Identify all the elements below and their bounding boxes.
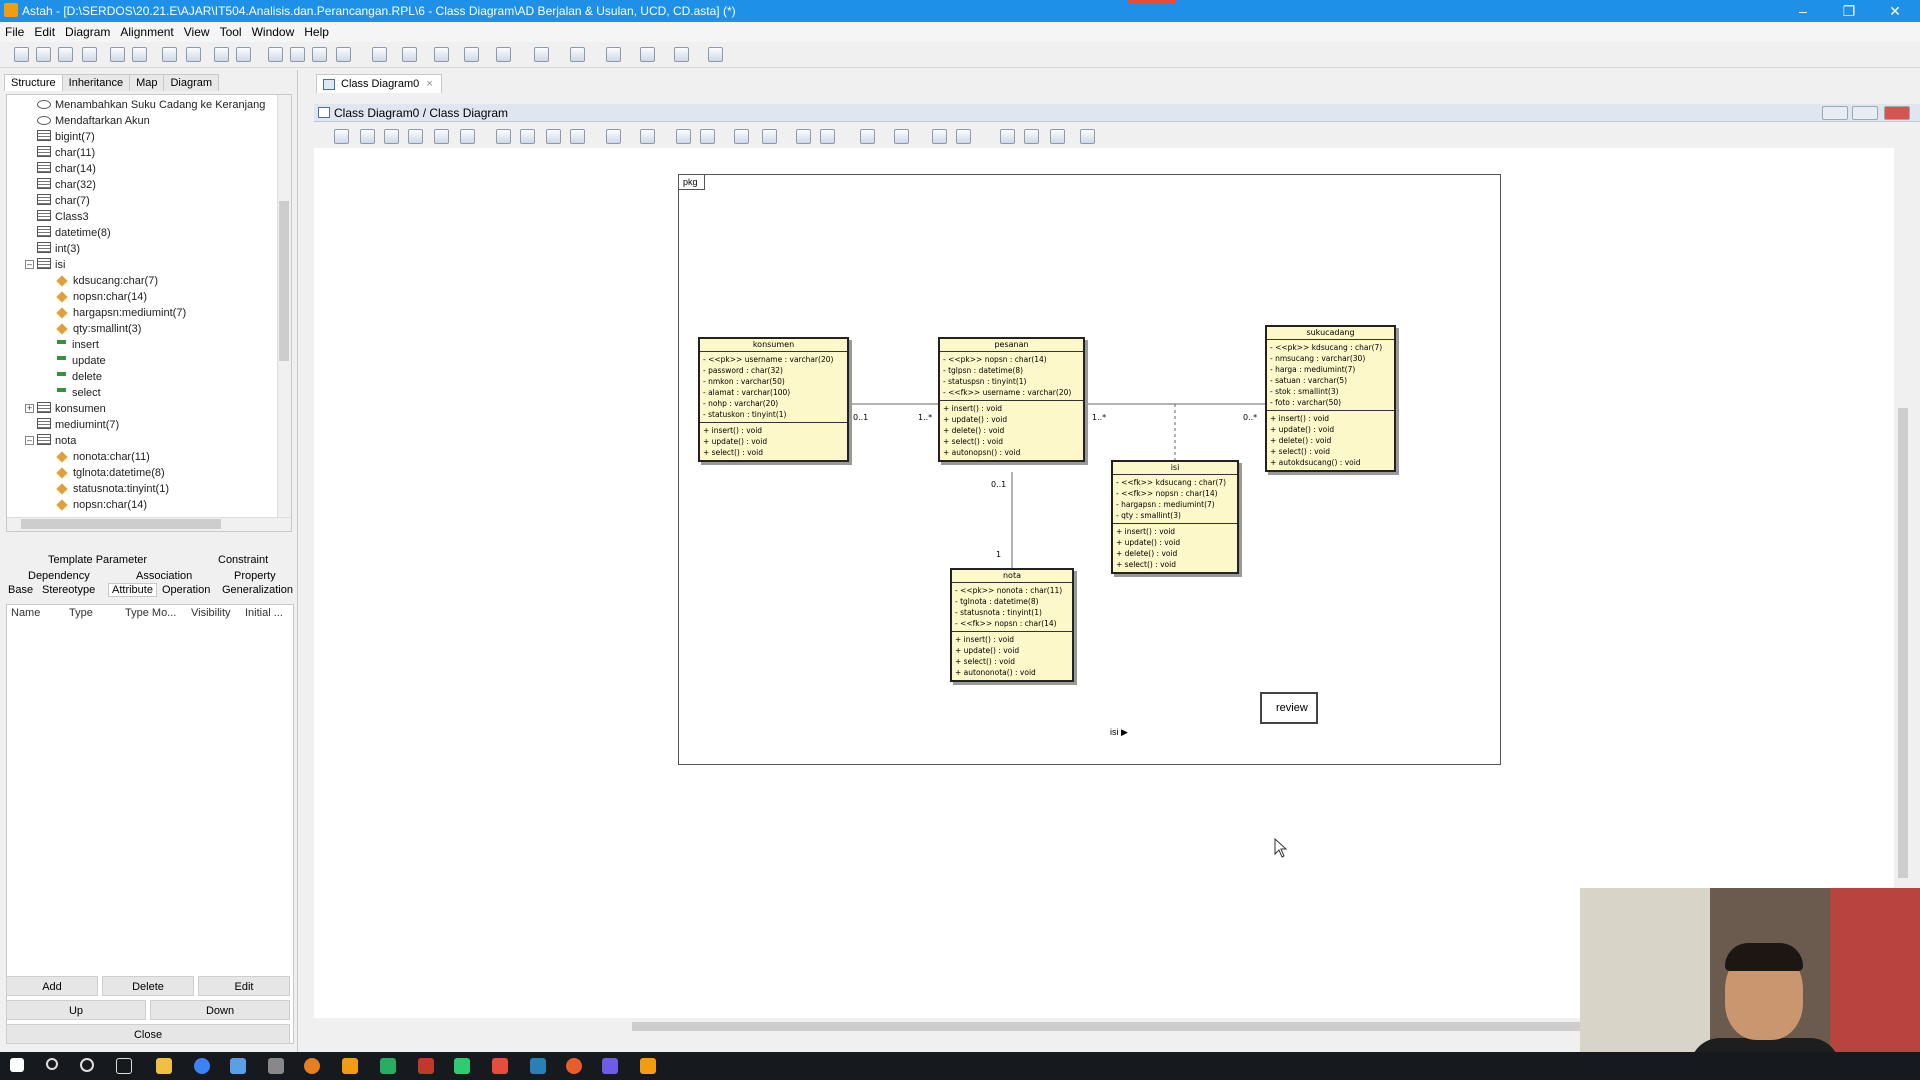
- class-operation[interactable]: + update() : void: [955, 645, 1069, 656]
- class-attribute[interactable]: - password : char(32): [703, 365, 844, 376]
- class-operation[interactable]: + select() : void: [1270, 446, 1391, 457]
- multiplicity-konsumen: 0..1: [853, 413, 869, 422]
- attribute-compartment[interactable]: - <<fk>> kdsucang : char(7) - <<fk>> nops…: [1113, 475, 1237, 524]
- class-attribute[interactable]: - <<pk>> username : varchar(20): [703, 354, 844, 365]
- class-operation[interactable]: + select() : void: [955, 656, 1069, 667]
- class-attribute[interactable]: - stok : smallint(3): [1270, 386, 1391, 397]
- windows-taskbar: [0, 1052, 1920, 1080]
- cortana-icon[interactable]: [80, 1058, 94, 1072]
- class-attribute[interactable]: - tglnota : datetime(8): [955, 596, 1069, 607]
- class-name[interactable]: konsumen: [700, 339, 847, 352]
- note-text[interactable]: review: [1276, 702, 1308, 714]
- operation-compartment[interactable]: + insert() : void + update() : void + dele…: [940, 401, 1083, 460]
- operation-compartment[interactable]: + insert() : void + update() : void + dele…: [1113, 524, 1237, 572]
- canvas-hscroll-thumb[interactable]: [632, 1022, 1592, 1031]
- class-attribute[interactable]: - hargapsn : mediumint(7): [1116, 499, 1234, 510]
- class-konsumen[interactable]: konsumen - <<pk>> username : varchar(20) -…: [698, 337, 849, 462]
- class-operation[interactable]: + update() : void: [1116, 537, 1234, 548]
- class-attribute[interactable]: - <<fk>> nopsn : char(14): [955, 618, 1069, 629]
- operation-compartment[interactable]: + insert() : void + update() : void + dele…: [1267, 411, 1394, 470]
- class-operation[interactable]: + insert() : void: [955, 634, 1069, 645]
- class-name[interactable]: nota: [952, 570, 1072, 583]
- class-operation[interactable]: + update() : void: [943, 414, 1080, 425]
- app-icon-6[interactable]: [418, 1058, 434, 1074]
- note-element[interactable]: review: [1260, 692, 1318, 724]
- app-icon-10[interactable]: [602, 1058, 618, 1074]
- class-attribute[interactable]: - harga : mediumint(7): [1270, 364, 1391, 375]
- attribute-compartment[interactable]: - <<pk>> nopsn : char(14) - tglpsn : date…: [940, 352, 1083, 401]
- class-operation[interactable]: + select() : void: [1116, 559, 1234, 570]
- multiplicity-pesanan-left: 1..*: [918, 413, 933, 422]
- app-icon-9[interactable]: [530, 1058, 546, 1074]
- class-attribute[interactable]: - nmkon : varchar(50): [703, 376, 844, 387]
- class-attribute[interactable]: - <<fk>> nopsn : char(14): [1116, 488, 1234, 499]
- attribute-compartment[interactable]: - <<pk>> nonota : char(11) - tglnota : da…: [952, 583, 1072, 632]
- class-attribute[interactable]: - statuspsn : tinyint(1): [943, 376, 1080, 387]
- class-operation[interactable]: + update() : void: [703, 436, 844, 447]
- attribute-compartment[interactable]: - <<pk>> username : varchar(20) - passwor…: [700, 352, 847, 423]
- class-pesanan[interactable]: pesanan - <<pk>> nopsn : char(14) - tglpsn…: [938, 337, 1085, 462]
- presenter-hair: [1725, 943, 1803, 971]
- app-icon-8[interactable]: [492, 1058, 508, 1074]
- class-attribute[interactable]: - tglpsn : datetime(8): [943, 365, 1080, 376]
- mouse-cursor-icon: [1274, 838, 1288, 858]
- class-operation[interactable]: + select() : void: [943, 436, 1080, 447]
- class-operation[interactable]: + insert() : void: [1270, 413, 1391, 424]
- class-attribute[interactable]: - foto : varchar(50): [1270, 397, 1391, 408]
- class-attribute[interactable]: - nohp : varchar(20): [703, 398, 844, 409]
- class-operation[interactable]: + update() : void: [1270, 424, 1391, 435]
- app-icon-5[interactable]: [380, 1058, 396, 1074]
- class-operation[interactable]: + select() : void: [703, 447, 844, 458]
- class-operation[interactable]: + delete() : void: [1270, 435, 1391, 446]
- multiplicity-pesanan-bottom: 0..1: [991, 480, 1007, 489]
- class-operation[interactable]: + autokdsucang() : void: [1270, 457, 1391, 468]
- canvas-direction-marker: isi ▶: [1110, 727, 1128, 737]
- class-attribute[interactable]: - alamat : varchar(100): [703, 387, 844, 398]
- firefox-icon[interactable]: [566, 1058, 582, 1074]
- multiplicity-pesanan-right: 1..*: [1092, 413, 1107, 422]
- class-operation[interactable]: + insert() : void: [1116, 526, 1234, 537]
- class-isi[interactable]: isi - <<fk>> kdsucang : char(7) - <<fk>> n…: [1111, 460, 1239, 574]
- class-sukucadang[interactable]: sukucadang - <<pk>> kdsucang : char(7) - n…: [1265, 325, 1396, 472]
- canvas-vscroll-thumb[interactable]: [1898, 408, 1908, 878]
- class-operation[interactable]: + insert() : void: [943, 403, 1080, 414]
- attribute-compartment[interactable]: - <<pk>> kdsucang : char(7) - nmsucang : …: [1267, 340, 1394, 411]
- class-attribute[interactable]: - satuan : varchar(5): [1270, 375, 1391, 386]
- class-operation[interactable]: + delete() : void: [1116, 548, 1234, 559]
- class-attribute[interactable]: - statuskon : tinyint(1): [703, 409, 844, 420]
- class-attribute[interactable]: - <<pk>> nonota : char(11): [955, 585, 1069, 596]
- class-nota[interactable]: nota - <<pk>> nonota : char(11) - tglnota …: [950, 568, 1074, 682]
- class-attribute[interactable]: - qty : smallint(3): [1116, 510, 1234, 521]
- class-attribute[interactable]: - <<pk>> kdsucang : char(7): [1270, 342, 1391, 353]
- class-attribute[interactable]: - <<fk>> username : varchar(20): [943, 387, 1080, 398]
- class-operation[interactable]: + delete() : void: [943, 425, 1080, 436]
- file-explorer-icon[interactable]: [156, 1058, 172, 1074]
- class-name[interactable]: isi: [1113, 462, 1237, 475]
- class-operation[interactable]: + insert() : void: [703, 425, 844, 436]
- app-icon-3[interactable]: [304, 1058, 320, 1074]
- app-icon-2[interactable]: [268, 1058, 284, 1074]
- class-operation[interactable]: + autonopsn() : void: [943, 447, 1080, 458]
- edge-browser-icon[interactable]: [194, 1058, 210, 1074]
- astah-taskbar-icon[interactable]: [640, 1058, 656, 1074]
- operation-compartment[interactable]: + insert() : void + update() : void + sele…: [952, 632, 1072, 680]
- class-attribute[interactable]: - <<pk>> nopsn : char(14): [943, 354, 1080, 365]
- multiplicity-nota: 1: [996, 550, 1002, 559]
- start-windows-icon[interactable]: [10, 1058, 24, 1072]
- multiplicity-sukucadang: 0..*: [1243, 413, 1258, 422]
- task-view-icon[interactable]: [116, 1058, 132, 1074]
- class-attribute[interactable]: - nmsucang : varchar(30): [1270, 353, 1391, 364]
- class-attribute[interactable]: - statusnota : tinyint(1): [955, 607, 1069, 618]
- app-icon-1[interactable]: [230, 1058, 246, 1074]
- class-attribute[interactable]: - <<fk>> kdsucang : char(7): [1116, 477, 1234, 488]
- app-icon-7[interactable]: [454, 1058, 470, 1074]
- class-name[interactable]: sukucadang: [1267, 327, 1394, 340]
- operation-compartment[interactable]: + insert() : void + update() : void + sele…: [700, 423, 847, 460]
- class-name[interactable]: pesanan: [940, 339, 1083, 352]
- class-operation[interactable]: + autononota() : void: [955, 667, 1069, 678]
- app-icon-4[interactable]: [342, 1058, 358, 1074]
- search-icon[interactable]: [46, 1058, 58, 1070]
